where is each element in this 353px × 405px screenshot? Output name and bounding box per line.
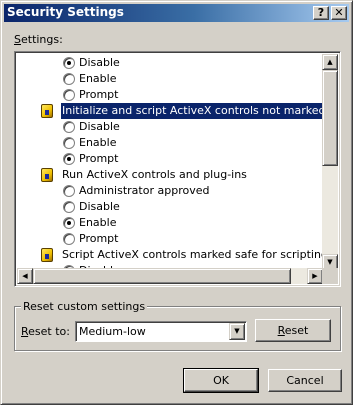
setting-group-label: Initialize and script ActiveX controls n… [59, 102, 323, 120]
setting-option-label: Disable [79, 200, 120, 213]
settings-list-content: Disable Enable Prompt Initialize and script… [17, 54, 323, 270]
scrollbar-corner [322, 268, 338, 284]
setting-option-row[interactable]: Enable [17, 71, 323, 87]
setting-option-row[interactable]: Disable [17, 199, 323, 215]
setting-group-row[interactable]: Script ActiveX controls marked safe for … [17, 247, 323, 263]
radio-checked-icon[interactable] [63, 217, 75, 229]
setting-option-row[interactable]: Prompt [17, 87, 323, 103]
reset-to-label-rest: eset to: [28, 325, 70, 338]
reset-button[interactable]: Reset [255, 319, 331, 342]
setting-group-label: Script ActiveX controls marked safe for … [62, 248, 323, 261]
settings-group-icon [41, 248, 53, 262]
setting-option-label: Administrator approved [79, 184, 210, 197]
settings-label: Settings: [14, 33, 63, 46]
settings-group-icon [41, 168, 53, 182]
radio-unchecked-icon[interactable] [63, 73, 75, 85]
security-settings-dialog: Security Settings ? ✕ Settings: Disable E… [0, 0, 353, 405]
setting-group-label: Run ActiveX controls and plug-ins [62, 168, 247, 181]
settings-group-icon [41, 104, 53, 118]
settings-list[interactable]: Disable Enable Prompt Initialize and script… [14, 51, 341, 287]
setting-group-row[interactable]: Initialize and script ActiveX controls n… [17, 102, 323, 120]
vertical-scrollbar[interactable]: ▲ ▼ [322, 54, 338, 270]
chevron-down-icon[interactable]: ▼ [229, 323, 245, 340]
setting-option-row[interactable]: Prompt [17, 151, 323, 167]
radio-unchecked-icon[interactable] [63, 121, 75, 133]
setting-option-label: Prompt [79, 88, 119, 101]
setting-option-label: Prompt [79, 152, 119, 165]
scroll-left-button[interactable]: ◀ [17, 268, 33, 284]
setting-option-row[interactable]: Administrator approved [17, 183, 323, 199]
setting-option-label: Enable [79, 136, 117, 149]
reset-level-value: Medium-low [79, 325, 146, 338]
setting-option-row[interactable]: Disable [17, 55, 323, 71]
horizontal-scrollbar[interactable]: ◀ ▶ [17, 268, 323, 284]
title-bar[interactable]: Security Settings ? ✕ [4, 4, 349, 22]
setting-option-label: Enable [79, 216, 117, 229]
vertical-scroll-thumb[interactable] [322, 70, 338, 166]
setting-group-row[interactable]: Run ActiveX controls and plug-ins [17, 167, 323, 183]
setting-option-row[interactable]: Enable [17, 215, 323, 231]
setting-option-row[interactable]: Prompt [17, 231, 323, 247]
setting-option-row[interactable]: Enable [17, 135, 323, 151]
setting-option-row[interactable]: Disable [17, 119, 323, 135]
setting-option-label: Prompt [79, 232, 119, 245]
close-button[interactable]: ✕ [331, 6, 347, 20]
radio-unchecked-icon[interactable] [63, 137, 75, 149]
horizontal-scroll-thumb[interactable] [33, 268, 291, 284]
setting-option-label: Disable [79, 120, 120, 133]
radio-unchecked-icon[interactable] [63, 201, 75, 213]
reset-button-mnemonic: R [277, 324, 285, 337]
window-title: Security Settings [7, 5, 124, 19]
settings-label-rest: ettings: [20, 33, 63, 46]
setting-option-label: Enable [79, 72, 117, 85]
setting-option-label: Disable [79, 56, 120, 69]
radio-unchecked-icon[interactable] [63, 89, 75, 101]
reset-level-dropdown[interactable]: Medium-low ▼ [75, 321, 247, 342]
radio-checked-icon[interactable] [63, 153, 75, 165]
radio-unchecked-icon[interactable] [63, 233, 75, 245]
reset-button-rest: eset [284, 324, 309, 337]
help-button[interactable]: ? [313, 6, 329, 20]
settings-label-mnemonic: S [14, 33, 21, 46]
scroll-right-button[interactable]: ▶ [307, 268, 323, 284]
reset-to-label: Reset to: [21, 325, 70, 338]
reset-groupbox-title: Reset custom settings [21, 300, 148, 313]
ok-button[interactable]: OK [183, 368, 259, 393]
radio-checked-icon[interactable] [63, 57, 75, 69]
cancel-button[interactable]: Cancel [268, 369, 342, 392]
scroll-up-button[interactable]: ▲ [322, 54, 338, 70]
radio-unchecked-icon[interactable] [63, 185, 75, 197]
